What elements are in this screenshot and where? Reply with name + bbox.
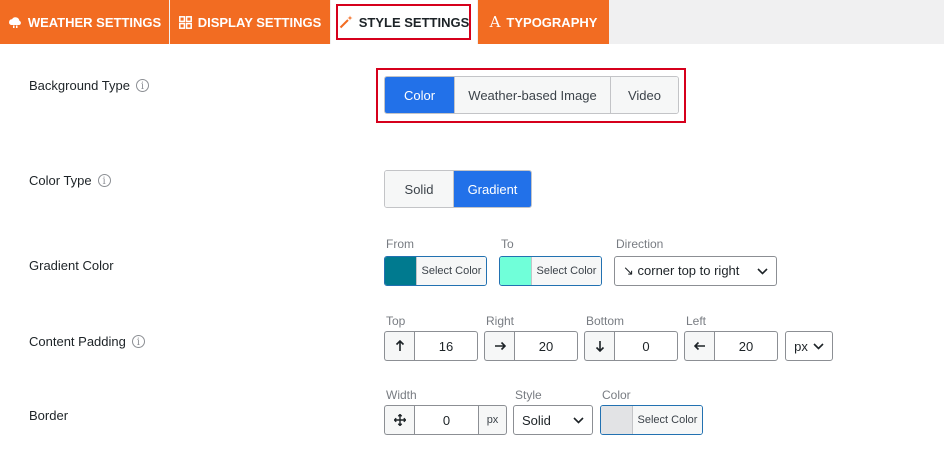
gradient-direction-value: ↘ corner top to right	[623, 263, 740, 278]
tab-display-settings[interactable]: DISPLAY SETTINGS	[170, 0, 330, 44]
chevron-down-icon	[573, 416, 584, 424]
color-type-row-label: Color Type i	[29, 173, 111, 188]
arrow-down-icon	[584, 331, 614, 361]
border-style-label: Style	[515, 388, 542, 402]
background-type-image-option[interactable]: Weather-based Image	[455, 77, 611, 113]
padding-right-field: 20	[484, 331, 578, 361]
padding-top-input[interactable]: 16	[414, 331, 478, 361]
weather-icon	[8, 17, 21, 28]
color-type-solid-option[interactable]: Solid	[385, 171, 454, 207]
info-icon[interactable]: i	[131, 335, 145, 348]
content-padding-row-label: Content Padding i	[29, 334, 145, 349]
arrow-up-icon	[384, 331, 414, 361]
border-style-value: Solid	[522, 412, 551, 428]
gradient-from-color-picker[interactable]: Select Color	[384, 256, 487, 286]
gradient-from-select-color: Select Color	[417, 257, 486, 285]
style-settings-panel: Background Type i Color Weather-based Im…	[0, 44, 944, 459]
padding-unit-select[interactable]: px	[785, 331, 833, 361]
background-type-selector: Color Weather-based Image Video	[384, 76, 679, 114]
tab-typography-label: TYPOGRAPHY	[506, 14, 598, 30]
background-type-row-label: Background Type i	[29, 78, 149, 93]
color-type-gradient-option[interactable]: Gradient	[454, 171, 531, 207]
background-type-color-option[interactable]: Color	[385, 77, 455, 113]
arrow-right-icon	[484, 331, 514, 361]
grid-icon	[178, 15, 192, 29]
move-icon	[384, 405, 414, 435]
background-type-label: Background Type	[29, 78, 130, 93]
tab-weather-settings-label: WEATHER SETTINGS	[27, 14, 162, 30]
padding-bottom-field: 0	[584, 331, 678, 361]
tab-typography[interactable]: A TYPOGRAPHY	[478, 0, 609, 44]
gradient-from-label: From	[386, 237, 414, 251]
tab-weather-settings[interactable]: WEATHER SETTINGS	[0, 0, 169, 44]
border-color-picker[interactable]: Select Color	[600, 405, 703, 435]
gradient-from-swatch	[385, 257, 417, 285]
chevron-down-icon	[813, 342, 824, 350]
chevron-down-icon	[757, 267, 768, 275]
color-type-label: Color Type	[29, 173, 92, 188]
gradient-direction-label: Direction	[616, 237, 664, 251]
padding-right-label: Right	[486, 314, 515, 328]
padding-left-input[interactable]: 20	[714, 331, 778, 361]
gradient-to-swatch	[500, 257, 532, 285]
gradient-direction-select[interactable]: ↘ corner top to right	[614, 256, 777, 286]
padding-left-field: 20	[684, 331, 778, 361]
color-type-selector: Solid Gradient	[384, 170, 532, 208]
gradient-to-select-color: Select Color	[532, 257, 601, 285]
border-row-label: Border	[29, 408, 68, 423]
border-color-swatch	[601, 406, 633, 434]
tab-style-settings-label: STYLE SETTINGS	[358, 14, 470, 30]
arrow-left-icon	[684, 331, 714, 361]
padding-top-label: Top	[386, 314, 406, 328]
padding-bottom-input[interactable]: 0	[614, 331, 678, 361]
magic-wand-icon	[339, 15, 353, 29]
padding-top-field: 16	[384, 331, 478, 361]
padding-bottom-label: Bottom	[586, 314, 625, 328]
background-type-video-option[interactable]: Video	[611, 77, 678, 113]
padding-left-label: Left	[686, 314, 707, 328]
tab-style-settings[interactable]: STYLE SETTINGS	[331, 0, 477, 44]
border-select-color: Select Color	[633, 406, 702, 434]
info-icon[interactable]: i	[135, 79, 149, 92]
padding-right-input[interactable]: 20	[514, 331, 578, 361]
border-color-label: Color	[602, 388, 631, 402]
border-style-select[interactable]: Solid	[513, 405, 593, 435]
border-width-unit: px	[478, 405, 507, 435]
tab-display-settings-label: DISPLAY SETTINGS	[197, 14, 322, 30]
border-width-label: Width	[386, 388, 417, 402]
typography-icon: A	[489, 13, 501, 31]
padding-unit-value: px	[794, 338, 808, 354]
gradient-to-label: To	[501, 237, 514, 251]
content-padding-label: Content Padding	[29, 334, 126, 349]
border-label: Border	[29, 408, 69, 423]
info-icon[interactable]: i	[97, 174, 111, 187]
gradient-color-row-label: Gradient Color	[29, 258, 114, 273]
border-width-input[interactable]: 0	[414, 405, 478, 435]
gradient-to-color-picker[interactable]: Select Color	[499, 256, 602, 286]
gradient-color-label: Gradient Color	[29, 258, 114, 273]
settings-tabs: WEATHER SETTINGS DISPLAY SETTINGS STYLE …	[0, 0, 944, 44]
border-width-field: 0 px	[384, 405, 507, 435]
